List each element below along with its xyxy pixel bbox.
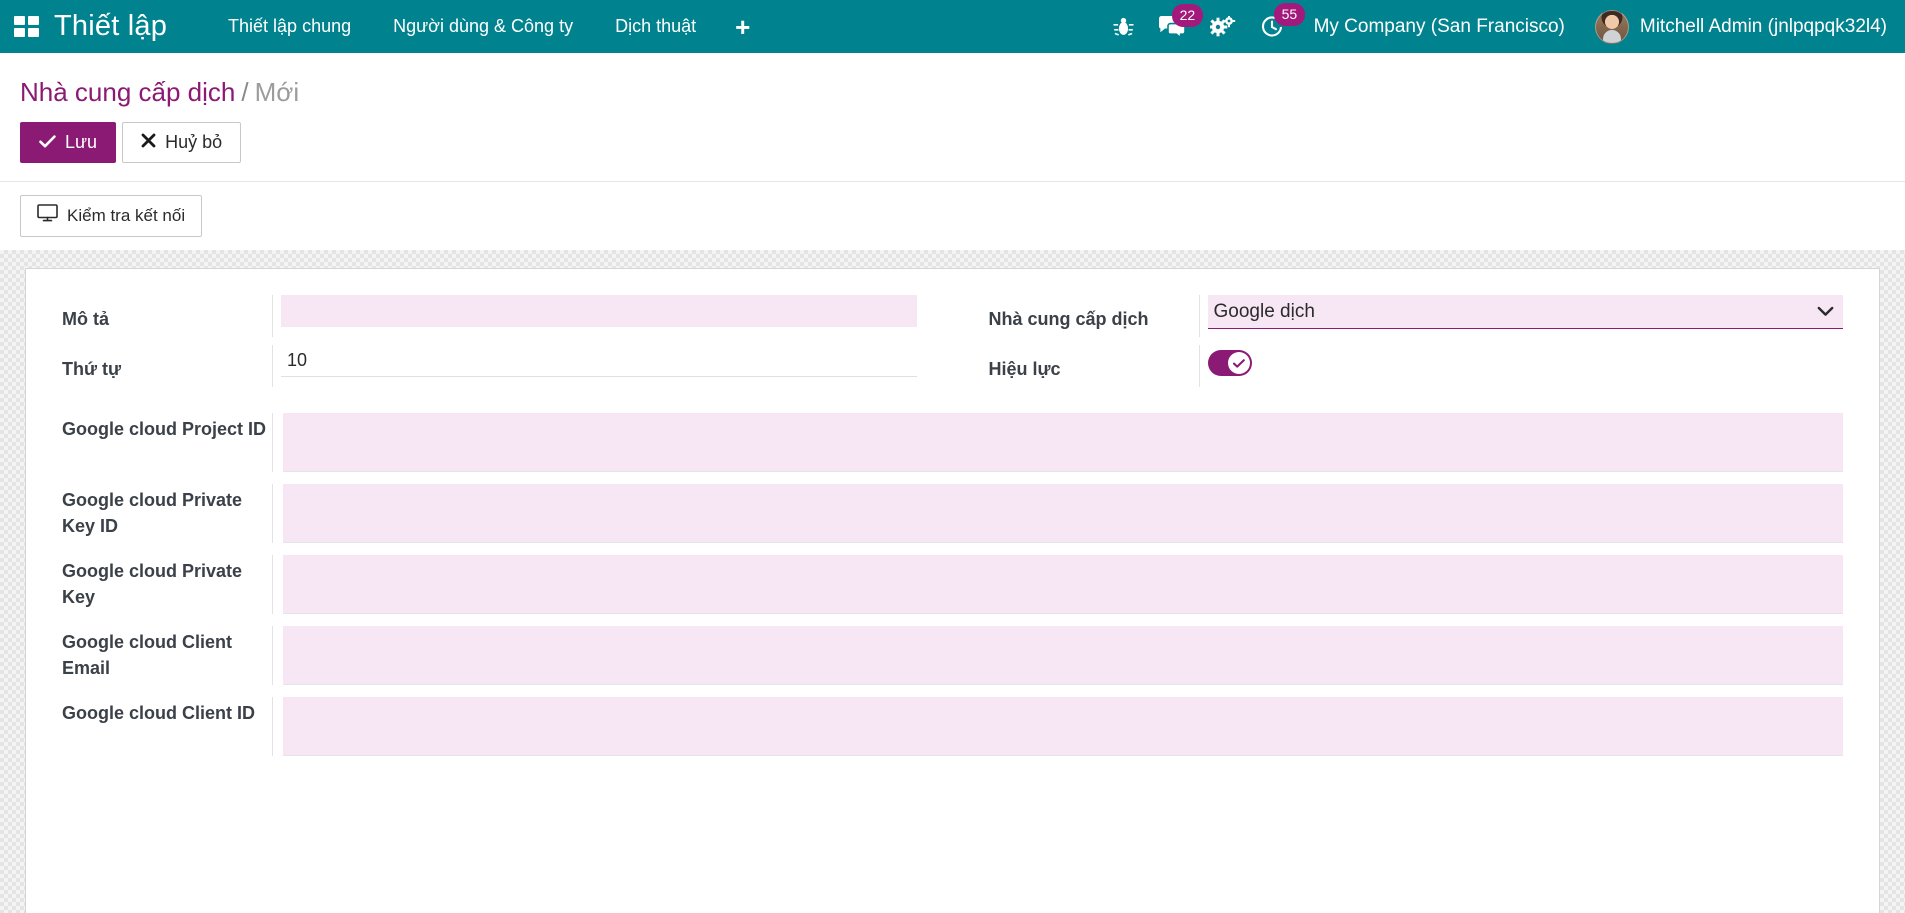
nav-item-users-companies[interactable]: Người dùng & Công ty <box>372 16 594 37</box>
save-button[interactable]: Lưu <box>20 122 117 164</box>
company-switcher[interactable]: My Company (San Francisco) <box>1314 16 1565 38</box>
test-connection-button[interactable]: Kiểm tra kết nối <box>20 195 203 238</box>
label-gc-client-id: Google cloud Client ID <box>62 703 255 724</box>
service-provider-select[interactable]: Google dịch <box>1207 295 1843 330</box>
gc-client-email-input[interactable] <box>283 626 1843 686</box>
control-gc-private-key-id <box>272 484 1843 544</box>
control-gc-client-id <box>272 697 1843 757</box>
navbar-system-icons: 22 55 <box>1113 2 1306 39</box>
field-row-gc-project-id: Google cloud Project ID <box>62 413 1843 473</box>
form-right-column: Nhà cung cấp dịch Google dịch Hiệu lực <box>953 295 1880 395</box>
check-icon <box>39 131 56 154</box>
field-row-gc-client-id: Google cloud Client ID <box>62 697 1843 757</box>
field-row-active: Hiệu lực <box>988 345 1844 388</box>
form-left-column: Mô tả Thứ tự <box>26 295 953 395</box>
label-gc-private-key: Google cloud Private Key <box>62 561 243 608</box>
gears-icon[interactable] <box>1209 15 1236 38</box>
control-gc-project-id <box>272 413 1843 473</box>
breadcrumb-separator: / <box>241 77 249 107</box>
field-row-sequence: Thứ tự <box>62 345 917 388</box>
label-sequence: Thứ tự <box>62 359 122 380</box>
control-panel: Nhà cung cấp dịch / Mới Lưu Huỷ bỏ Kiểm t <box>0 53 1905 251</box>
nav-item-general-settings[interactable]: Thiết lập chung <box>207 16 372 37</box>
user-menu[interactable]: Mitchell Admin (jnlpqpqk32l4) <box>1594 9 1887 44</box>
nav-item-translations[interactable]: Dịch thuật <box>594 16 717 37</box>
control-sequence <box>272 345 917 388</box>
discard-button-label: Huỷ bỏ <box>165 132 223 152</box>
form-top-grid: Mô tả Thứ tự Nhà cung cấp dịch <box>26 295 1879 395</box>
activities-clock-icon[interactable]: 55 <box>1260 2 1306 39</box>
close-icon <box>141 131 156 154</box>
user-menu-label: Mitchell Admin (jnlpqpqk32l4) <box>1639 15 1887 37</box>
navbar-menu: Thiết lập chung Người dùng & Công ty Dịc… <box>207 14 768 40</box>
gc-project-id-input[interactable] <box>283 413 1843 473</box>
breadcrumb: Nhà cung cấp dịch / Mới <box>20 77 1885 108</box>
toggle-knob <box>1227 352 1250 375</box>
label-active: Hiệu lực <box>988 359 1061 380</box>
discard-button[interactable]: Huỷ bỏ <box>122 122 242 164</box>
gc-private-key-input[interactable] <box>283 555 1843 615</box>
field-row-description: Mô tả <box>62 295 917 338</box>
apps-grid-icon[interactable] <box>14 15 40 38</box>
control-gc-private-key <box>272 555 1843 615</box>
form-sheet-background: Mô tả Thứ tự Nhà cung cấp dịch <box>0 250 1905 913</box>
label-gc-private-key-id: Google cloud Private Key ID <box>62 490 243 537</box>
breadcrumb-current: Mới <box>254 77 300 107</box>
gc-private-key-id-input[interactable] <box>283 484 1843 544</box>
aux-button-row: Kiểm tra kết nối <box>20 182 1885 250</box>
messages-icon[interactable]: 22 <box>1158 3 1204 38</box>
field-row-service-provider: Nhà cung cấp dịch Google dịch <box>988 295 1843 338</box>
control-service-provider: Google dịch <box>1198 295 1843 338</box>
control-active <box>1198 345 1844 388</box>
messages-badge: 22 <box>1171 3 1204 27</box>
activities-badge: 55 <box>1273 2 1306 26</box>
app-brand-title[interactable]: Thiết lập <box>54 10 167 43</box>
record-action-buttons: Lưu Huỷ bỏ <box>20 122 1885 164</box>
control-gc-client-email <box>272 626 1843 686</box>
active-toggle[interactable] <box>1207 350 1252 377</box>
breadcrumb-root[interactable]: Nhà cung cấp dịch <box>20 77 235 107</box>
monitor-icon <box>37 204 58 228</box>
save-button-label: Lưu <box>65 132 98 152</box>
description-input[interactable] <box>281 295 917 328</box>
label-service-provider: Nhà cung cấp dịch <box>988 309 1149 330</box>
test-connection-label: Kiểm tra kết nối <box>67 206 186 226</box>
field-row-gc-private-key-id: Google cloud Private Key ID <box>62 484 1843 544</box>
label-description: Mô tả <box>62 309 109 330</box>
label-gc-project-id: Google cloud Project ID <box>62 419 267 440</box>
gc-client-id-input[interactable] <box>283 697 1843 757</box>
avatar <box>1594 9 1629 44</box>
sequence-input[interactable] <box>281 345 917 378</box>
toggle-check-icon <box>1232 359 1245 368</box>
label-gc-client-email: Google cloud Client Email <box>62 632 232 679</box>
bug-icon[interactable] <box>1113 16 1134 38</box>
form-sheet: Mô tả Thứ tự Nhà cung cấp dịch <box>25 268 1880 913</box>
control-description <box>272 295 917 338</box>
nav-item-add-icon[interactable]: + <box>717 14 768 40</box>
field-row-gc-client-email: Google cloud Client Email <box>62 626 1843 686</box>
top-navbar: Thiết lập Thiết lập chung Người dùng & C… <box>0 0 1905 53</box>
form-wide-fields: Google cloud Project ID Google cloud Pri… <box>26 395 1879 757</box>
field-row-gc-private-key: Google cloud Private Key <box>62 555 1843 615</box>
